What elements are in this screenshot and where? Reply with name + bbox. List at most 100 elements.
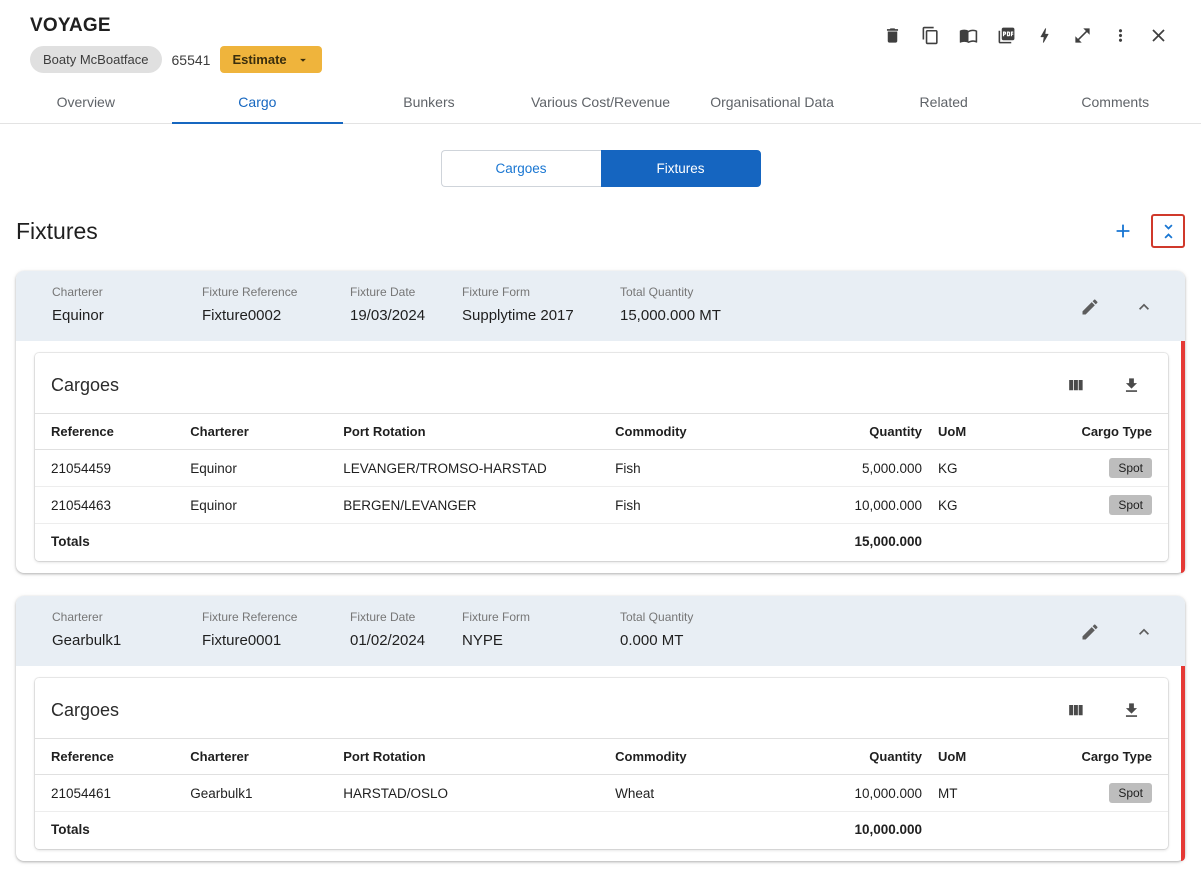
fixture-header: Charterer Gearbulk1 Fixture Reference Fi… [16, 596, 1185, 666]
add-icon [1116, 224, 1130, 238]
field-value: Supplytime 2017 [462, 307, 574, 324]
more-vert-icon [1118, 28, 1122, 42]
copy-button[interactable] [915, 20, 945, 50]
cell-cargo-type: Spot [1009, 774, 1168, 812]
col-cargo-type: Cargo Type [1009, 738, 1168, 775]
fixture-actions [1075, 610, 1159, 647]
cell-reference: 21054461 [35, 774, 183, 812]
columns-button[interactable] [1060, 370, 1090, 400]
cargoes-table: Reference Charterer Port Rotation Commod… [35, 738, 1168, 849]
voyage-number: 65541 [171, 51, 211, 68]
col-commodity: Commodity [607, 738, 806, 775]
empty-cell [335, 812, 607, 850]
fixture-form-field: Fixture Form Supplytime 2017 [462, 285, 620, 324]
download-button[interactable] [1116, 695, 1146, 725]
add-fixture-button[interactable] [1108, 216, 1138, 246]
estimate-status-button[interactable]: Estimate [220, 46, 322, 73]
totals-quantity: 10,000.000 [854, 822, 923, 837]
tab-overview[interactable]: Overview [0, 81, 172, 123]
field-label: Total Quantity [620, 285, 694, 299]
close-icon [1151, 28, 1165, 42]
collapse-all-button[interactable] [1151, 214, 1185, 248]
cargoes-card-header: Cargoes [35, 678, 1168, 738]
caret-down-icon [299, 58, 306, 62]
totals-row: Totals 10,000.000 [35, 812, 1168, 850]
pdf-button[interactable] [991, 20, 1021, 50]
vessel-chip[interactable]: Boaty McBoatface [30, 46, 162, 73]
table-row[interactable]: 21054461 Gearbulk1 HARSTAD/OSLO Wheat 10… [35, 774, 1168, 812]
edit-fixture-button[interactable] [1075, 617, 1105, 647]
toggle-cargoes[interactable]: Cargoes [440, 150, 601, 187]
collapse-all-icon [1163, 224, 1173, 238]
field-label: Fixture Date [350, 610, 416, 624]
fixture-card: Charterer Gearbulk1 Fixture Reference Fi… [16, 596, 1185, 861]
delete-button[interactable] [877, 20, 907, 50]
cell-charterer: Equinor [182, 486, 336, 524]
cell-commodity: Fish [607, 486, 806, 524]
col-reference: Reference [35, 738, 183, 775]
field-value: Fixture0001 [202, 632, 282, 649]
field-value: Equinor [52, 307, 104, 324]
more-button[interactable] [1105, 20, 1135, 50]
bolt-button[interactable] [1029, 20, 1059, 50]
tab-various-cost-revenue[interactable]: Various Cost/Revenue [515, 81, 687, 123]
col-quantity: Quantity [805, 738, 931, 775]
expand-button[interactable] [1067, 20, 1097, 50]
field-value: Gearbulk1 [52, 632, 122, 649]
columns-icon [1068, 379, 1083, 390]
field-label: Fixture Reference [202, 285, 298, 299]
empty-cell [1009, 524, 1168, 562]
table-header-row: Reference Charterer Port Rotation Commod… [35, 413, 1168, 450]
header-action-icons [877, 20, 1173, 50]
cell-uom: MT [930, 774, 1010, 812]
table-row[interactable]: 21054459 Equinor LEVANGER/TROMSO-HARSTAD… [35, 449, 1168, 487]
field-label: Fixture Reference [202, 610, 298, 624]
table-header-row: Reference Charterer Port Rotation Commod… [35, 738, 1168, 775]
fixture-body: Cargoes Reference Charterer Port Rotatio… [16, 341, 1185, 573]
fixture-charterer-field: Charterer Gearbulk1 [52, 610, 202, 649]
estimate-label: Estimate [232, 52, 287, 67]
tab-related[interactable]: Related [858, 81, 1030, 123]
columns-icon [1068, 704, 1083, 715]
fixture-actions [1075, 285, 1159, 322]
tab-comments[interactable]: Comments [1029, 81, 1201, 123]
expand-icon [1074, 27, 1090, 43]
toggle-fixtures[interactable]: Fixtures [600, 150, 761, 187]
field-value: 15,000.000 MT [620, 307, 721, 324]
cell-port-rotation: LEVANGER/TROMSO-HARSTAD [335, 449, 608, 487]
cell-uom: KG [930, 449, 1010, 487]
col-cargo-type: Cargo Type [1009, 413, 1168, 450]
tab-cargo[interactable]: Cargo [171, 81, 344, 124]
cargoes-title: Cargoes [51, 374, 120, 395]
edit-icon [1082, 624, 1098, 640]
cell-charterer: Gearbulk1 [182, 774, 336, 812]
download-icon [1125, 702, 1137, 717]
field-label: Fixture Date [350, 285, 416, 299]
download-icon [1125, 377, 1137, 392]
tab-organisational-data[interactable]: Organisational Data [686, 81, 858, 123]
cell-reference: 21054459 [35, 449, 183, 487]
cell-cargo-type: Spot [1009, 486, 1168, 524]
fixture-card: Charterer Equinor Fixture Reference Fixt… [16, 271, 1185, 573]
table-row[interactable]: 21054463 Equinor BERGEN/LEVANGER Fish 10… [35, 486, 1168, 524]
cell-charterer: Equinor [182, 449, 336, 487]
fixture-reference-field: Fixture Reference Fixture0002 [202, 285, 350, 324]
columns-button[interactable] [1060, 695, 1090, 725]
fixture-date-field: Fixture Date 01/02/2024 [350, 610, 462, 649]
fixtures-section-title: Fixtures [16, 217, 98, 244]
download-button[interactable] [1116, 370, 1146, 400]
cargoes-table-actions [1060, 695, 1146, 725]
col-quantity: Quantity [805, 413, 931, 450]
cell-quantity: 5,000.000 [805, 449, 931, 487]
voyage-header: VOYAGE Boaty McBoatface 65541 Estimate [0, 0, 1201, 73]
totals-row: Totals 15,000.000 [35, 524, 1168, 562]
collapse-fixture-button[interactable] [1129, 292, 1159, 322]
book-button[interactable] [953, 20, 983, 50]
edit-fixture-button[interactable] [1075, 292, 1105, 322]
cell-uom: KG [930, 486, 1010, 524]
tab-bunkers[interactable]: Bunkers [343, 81, 515, 123]
field-label: Charterer [52, 610, 103, 624]
close-button[interactable] [1143, 20, 1173, 50]
collapse-fixture-button[interactable] [1129, 617, 1159, 647]
field-label: Charterer [52, 285, 103, 299]
